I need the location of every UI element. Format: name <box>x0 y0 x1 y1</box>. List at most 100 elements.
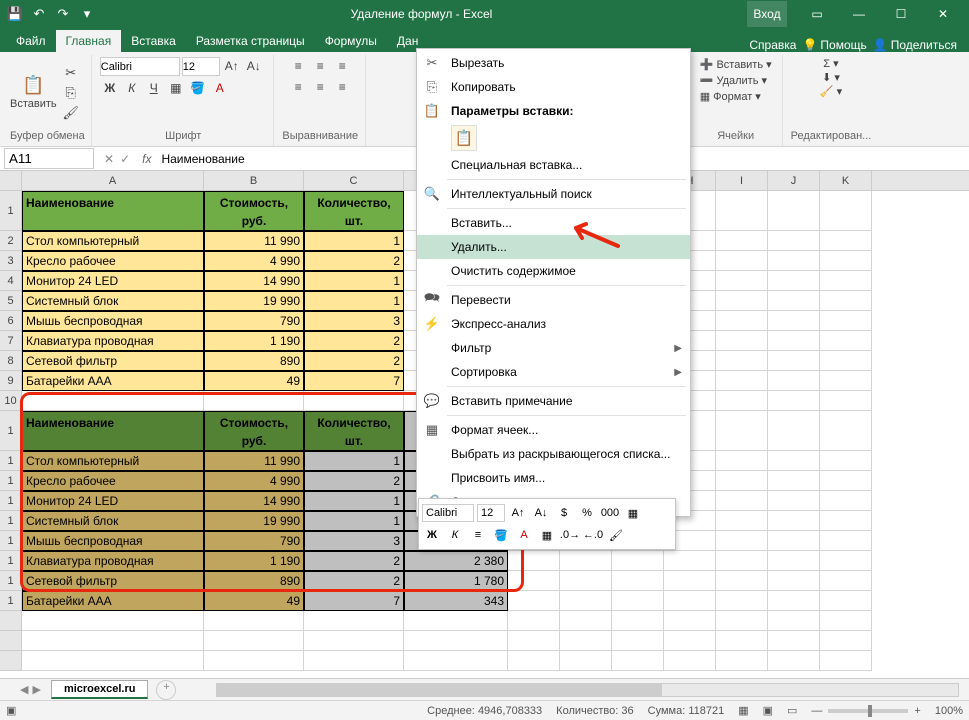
col-header[interactable]: J <box>768 171 820 190</box>
maximize-icon[interactable]: ☐ <box>881 1 921 27</box>
horizontal-scrollbar[interactable] <box>216 683 959 697</box>
zoom-level[interactable]: 100% <box>935 705 963 717</box>
cell[interactable]: 7 <box>304 591 404 611</box>
cell[interactable]: 790 <box>204 531 304 551</box>
share-button[interactable]: 👤 Поделиться <box>873 38 957 52</box>
row-header[interactable]: 9 <box>0 371 22 391</box>
table-header[interactable]: Количество, шт. <box>304 411 404 451</box>
zoom-control[interactable]: — + <box>811 705 920 717</box>
ctx-paste-special[interactable]: Специальная вставка... <box>417 153 690 177</box>
row-header[interactable]: 4 <box>0 271 22 291</box>
cell[interactable]: 790 <box>204 311 304 331</box>
ctx-quick-analysis[interactable]: ⚡Экспресс-анализ <box>417 312 690 336</box>
clear-icon[interactable]: 🧹 ▾ <box>820 85 842 98</box>
row-header[interactable]: 1 <box>0 571 22 591</box>
mini-decrease-font-icon[interactable]: A↓ <box>531 504 551 522</box>
cut-icon[interactable]: ✂ <box>61 64 81 82</box>
row-header[interactable]: 1 <box>0 531 22 551</box>
ctx-translate[interactable]: 🗪Перевести <box>417 288 690 312</box>
font-color-icon[interactable]: A <box>210 79 230 97</box>
font-size-input[interactable] <box>182 57 220 76</box>
select-all-corner[interactable] <box>0 171 22 190</box>
ctx-filter[interactable]: Фильтр▶ <box>417 336 690 360</box>
ctx-copy[interactable]: ⎘Копировать <box>417 75 690 99</box>
tab-home[interactable]: Главная <box>56 30 122 52</box>
row-header[interactable]: 1 <box>0 191 22 231</box>
table-header[interactable]: Количество, шт. <box>304 191 404 231</box>
cell[interactable]: 2 <box>304 571 404 591</box>
ctx-cut[interactable]: ✂Вырезать <box>417 51 690 75</box>
cell[interactable]: Кресло рабочее <box>22 471 204 491</box>
decrease-font-icon[interactable]: A↓ <box>244 57 264 75</box>
row-header[interactable]: 1 <box>0 451 22 471</box>
cell[interactable]: 11 990 <box>204 451 304 471</box>
italic-icon[interactable]: К <box>122 79 142 97</box>
tab-layout[interactable]: Разметка страницы <box>186 30 315 52</box>
cell[interactable]: 1 190 <box>204 331 304 351</box>
col-header[interactable]: K <box>820 171 872 190</box>
mini-accounting-icon[interactable]: $ <box>554 504 574 522</box>
fill-color-icon[interactable]: 🪣 <box>188 79 208 97</box>
align-mid-icon[interactable]: ≡ <box>310 57 330 75</box>
tab-help[interactable]: Справка <box>749 38 796 52</box>
mini-font-size[interactable] <box>477 504 505 522</box>
cell[interactable]: 1 <box>304 231 404 251</box>
ctx-comment[interactable]: 💬Вставить примечание <box>417 389 690 413</box>
align-left-icon[interactable]: ≡ <box>288 78 308 96</box>
paste-button[interactable]: 📋 Вставить <box>10 75 57 110</box>
ctx-sort[interactable]: Сортировка▶ <box>417 360 690 384</box>
row-header[interactable]: 1 <box>0 411 22 451</box>
login-button[interactable]: Вход <box>747 1 787 27</box>
cell[interactable]: 1 <box>304 491 404 511</box>
col-header[interactable]: B <box>204 171 304 190</box>
cell[interactable]: 1 <box>304 291 404 311</box>
cell[interactable]: 11 990 <box>204 231 304 251</box>
table-header[interactable]: Наименование <box>22 411 204 451</box>
cell[interactable]: 19 990 <box>204 511 304 531</box>
cell[interactable]: 1 780 <box>404 571 508 591</box>
ribbon-options-icon[interactable]: ▭ <box>797 1 837 27</box>
mini-bold-icon[interactable]: Ж <box>422 526 442 544</box>
mini-font-name[interactable] <box>422 504 474 522</box>
qat-dropdown-icon[interactable]: ▾ <box>78 5 96 23</box>
save-icon[interactable]: 💾 <box>6 5 24 23</box>
cell[interactable]: 1 <box>304 511 404 531</box>
mini-merge-icon[interactable]: ▦ <box>623 504 643 522</box>
cell[interactable]: 1 <box>304 451 404 471</box>
ctx-smart-lookup[interactable]: 🔍Интеллектуальный поиск <box>417 182 690 206</box>
paste-default-icon[interactable]: 📋 <box>451 125 477 151</box>
row-header[interactable]: 10 <box>0 391 22 411</box>
row-header[interactable]: 1 <box>0 551 22 571</box>
align-bot-icon[interactable]: ≡ <box>332 57 352 75</box>
copy-icon[interactable]: ⎘ <box>61 84 81 102</box>
increase-font-icon[interactable]: A↑ <box>222 57 242 75</box>
mini-font-color-icon[interactable]: A <box>514 526 534 544</box>
cell[interactable]: 890 <box>204 351 304 371</box>
row-header[interactable]: 8 <box>0 351 22 371</box>
enter-formula-icon[interactable]: ✓ <box>120 152 130 166</box>
cell[interactable]: 2 <box>304 351 404 371</box>
cell[interactable]: 14 990 <box>204 491 304 511</box>
ctx-delete[interactable]: Удалить... <box>417 235 690 259</box>
row-header[interactable]: 3 <box>0 251 22 271</box>
row-header[interactable]: 1 <box>0 591 22 611</box>
cell[interactable]: 19 990 <box>204 291 304 311</box>
mini-fill-color-icon[interactable]: 🪣 <box>491 526 511 544</box>
mini-format-painter-icon[interactable]: 🖌 <box>606 526 626 544</box>
cell[interactable]: Системный блок <box>22 291 204 311</box>
sheet-nav-next-icon[interactable]: ▶ <box>32 683 40 696</box>
close-icon[interactable]: ✕ <box>923 1 963 27</box>
fill-icon[interactable]: ⬇ ▾ <box>822 71 840 84</box>
cells-format-button[interactable]: ▦Формат ▾ <box>696 89 765 104</box>
cell[interactable]: 2 <box>304 251 404 271</box>
cell[interactable]: 1 <box>304 271 404 291</box>
cell[interactable]: Клавиатура проводная <box>22 331 204 351</box>
cell[interactable]: 890 <box>204 571 304 591</box>
name-box[interactable] <box>4 148 94 169</box>
underline-icon[interactable]: Ч <box>144 79 164 97</box>
sheet-nav-prev-icon[interactable]: ◀ <box>20 683 28 696</box>
ctx-insert[interactable]: Вставить... <box>417 211 690 235</box>
tell-me[interactable]: 💡 Помощь <box>802 38 866 52</box>
cell[interactable]: 2 380 <box>404 551 508 571</box>
cell[interactable]: 7 <box>304 371 404 391</box>
